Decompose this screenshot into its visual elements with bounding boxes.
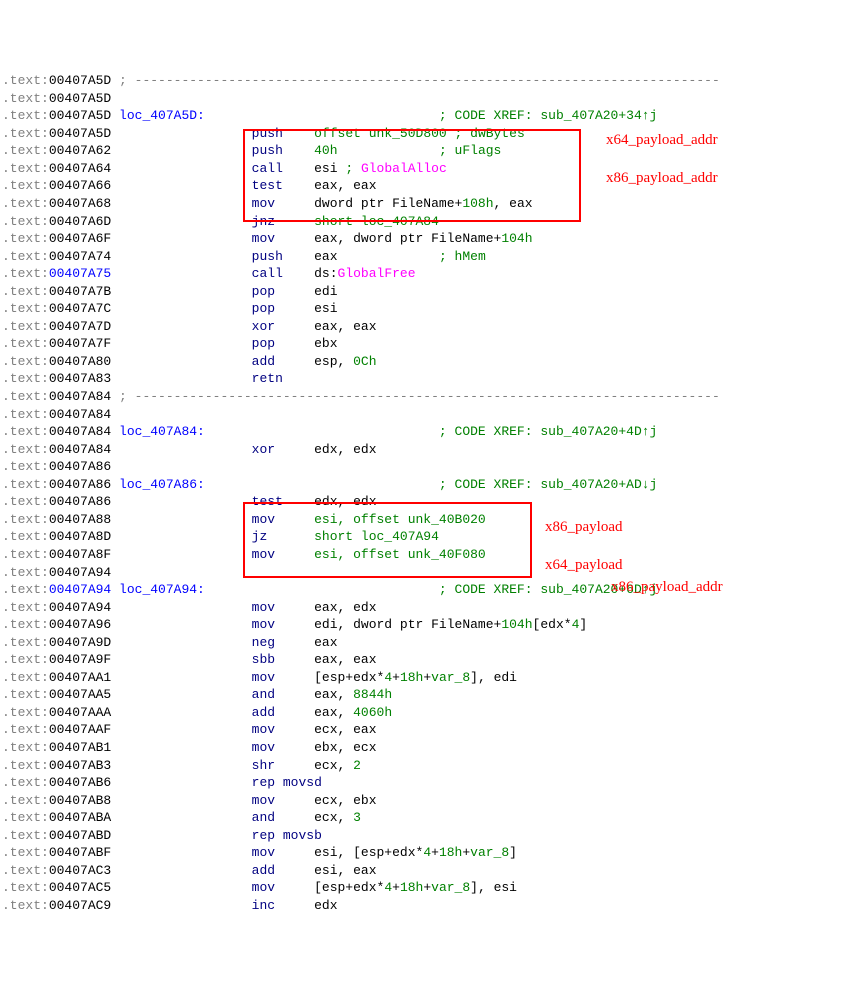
asm-line: .text:00407A86 loc_407A86: ; CODE XREF: …	[2, 476, 845, 494]
asm-line: .text:00407A8D jz short loc_407A94	[2, 528, 845, 546]
asm-line: .text:00407AA5 and eax, 8844h	[2, 686, 845, 704]
asm-line: .text:00407A94 mov eax, edx	[2, 599, 845, 617]
asm-line: .text:00407A68 mov dword ptr FileName+10…	[2, 195, 845, 213]
asm-line: .text:00407AB8 mov ecx, ebx	[2, 792, 845, 810]
asm-line: .text:00407A94	[2, 564, 845, 582]
asm-line: .text:00407A84 ; -----------------------…	[2, 388, 845, 406]
asm-line: .text:00407A66 test eax, eax	[2, 177, 845, 195]
asm-line: .text:00407A5D	[2, 90, 845, 108]
asm-line: .text:00407AAF mov ecx, eax	[2, 721, 845, 739]
asm-line: .text:00407ABF mov esi, [esp+edx*4+18h+v…	[2, 844, 845, 862]
asm-line: .text:00407AA1 mov [esp+edx*4+18h+var_8]…	[2, 669, 845, 687]
asm-line: .text:00407A83 retn	[2, 370, 845, 388]
asm-line: .text:00407A84 xor edx, edx	[2, 441, 845, 459]
asm-line: .text:00407AAA add eax, 4060h	[2, 704, 845, 722]
asm-line: .text:00407A62 push 40h ; uFlags	[2, 142, 845, 160]
asm-line: .text:00407A94 loc_407A94: ; CODE XREF: …	[2, 581, 845, 599]
asm-line: .text:00407A6F mov eax, dword ptr FileNa…	[2, 230, 845, 248]
asm-line: .text:00407AB1 mov ebx, ecx	[2, 739, 845, 757]
asm-line: .text:00407A5D push offset unk_50D800 ; …	[2, 125, 845, 143]
asm-line: .text:00407A96 mov edi, dword ptr FileNa…	[2, 616, 845, 634]
asm-line: .text:00407A74 push eax ; hMem	[2, 248, 845, 266]
asm-line: .text:00407A7B pop edi	[2, 283, 845, 301]
asm-line: .text:00407A9D neg eax	[2, 634, 845, 652]
asm-line: .text:00407A7D xor eax, eax	[2, 318, 845, 336]
asm-line: .text:00407A64 call esi ; GlobalAlloc	[2, 160, 845, 178]
asm-line: .text:00407AB6 rep movsd	[2, 774, 845, 792]
asm-line: .text:00407A84	[2, 406, 845, 424]
asm-line: .text:00407ABD rep movsb	[2, 827, 845, 845]
asm-line: .text:00407AC5 mov [esp+edx*4+18h+var_8]…	[2, 879, 845, 897]
asm-line: .text:00407A5D ; -----------------------…	[2, 72, 845, 90]
asm-line: .text:00407ABA and ecx, 3	[2, 809, 845, 827]
asm-line: .text:00407A5D loc_407A5D: ; CODE XREF: …	[2, 107, 845, 125]
asm-line: .text:00407A75 call ds:GlobalFree	[2, 265, 845, 283]
asm-line: .text:00407A80 add esp, 0Ch	[2, 353, 845, 371]
asm-line: .text:00407A86	[2, 458, 845, 476]
disassembly-listing: .text:00407A5D ; -----------------------…	[2, 72, 845, 914]
asm-line: .text:00407AB3 shr ecx, 2	[2, 757, 845, 775]
asm-line: .text:00407A86 test edx, edx	[2, 493, 845, 511]
asm-line: .text:00407A7C pop esi	[2, 300, 845, 318]
asm-line: .text:00407A84 loc_407A84: ; CODE XREF: …	[2, 423, 845, 441]
asm-line: .text:00407AC9 inc edx	[2, 897, 845, 915]
asm-line: .text:00407A9F sbb eax, eax	[2, 651, 845, 669]
asm-line: .text:00407A88 mov esi, offset unk_40B02…	[2, 511, 845, 529]
asm-line: .text:00407A8F mov esi, offset unk_40F08…	[2, 546, 845, 564]
asm-line: .text:00407A6D jnz short loc_407A84	[2, 213, 845, 231]
asm-line: .text:00407A7F pop ebx	[2, 335, 845, 353]
asm-line: .text:00407AC3 add esi, eax	[2, 862, 845, 880]
